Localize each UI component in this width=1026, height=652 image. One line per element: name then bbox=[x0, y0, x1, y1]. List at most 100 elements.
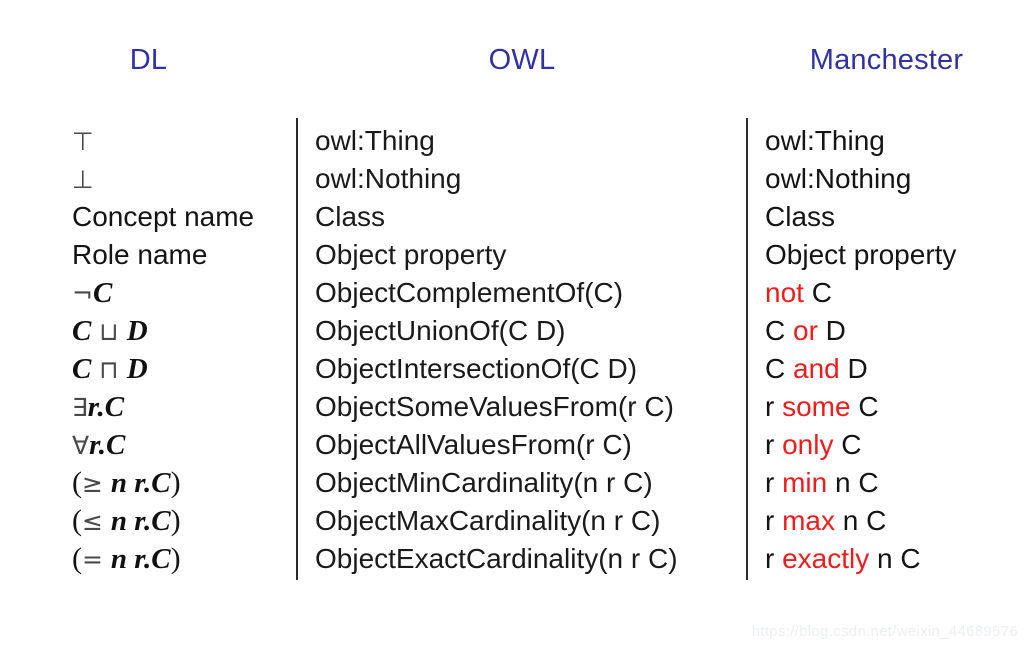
dl-token: ∃ bbox=[72, 393, 88, 422]
table-header-row: DL OWL Manchester bbox=[0, 44, 1026, 88]
cell-manchester: r only C bbox=[765, 427, 1020, 465]
table-row: (≤ n r.C) ObjectMaxCardinality(n r C) r ma… bbox=[0, 503, 1026, 541]
dl-token: n r.C bbox=[110, 543, 171, 575]
table-row: ∃r.C ObjectSomeValuesFrom(r C) r some C bbox=[0, 389, 1026, 427]
cell-manchester: owl:Nothing bbox=[765, 161, 1020, 199]
cell-owl: ObjectSomeValuesFrom(r C) bbox=[315, 391, 674, 422]
manchester-keyword: some bbox=[782, 391, 851, 422]
manchester-token: n C bbox=[869, 543, 921, 574]
manchester-keyword: not bbox=[765, 277, 804, 308]
table-row: ¬C ObjectComplementOf(C) not C bbox=[0, 275, 1026, 313]
table-row: Concept name Class Class bbox=[0, 199, 1026, 237]
cell-dl: ⊥ bbox=[72, 161, 287, 199]
dl-token: ≥ bbox=[82, 469, 111, 498]
manchester-token: D bbox=[839, 353, 868, 384]
watermark: https://blog.csdn.net/weixin_44689576 bbox=[751, 623, 1018, 640]
dl-token: = bbox=[82, 545, 111, 574]
manchester-token: r bbox=[765, 505, 783, 536]
cell-owl: Object property bbox=[315, 239, 507, 270]
dl-token: n r.C bbox=[110, 505, 171, 537]
cell-owl: owl:Nothing bbox=[315, 163, 462, 194]
cell-owl: ObjectIntersectionOf(C D) bbox=[315, 353, 638, 384]
dl-token: n r.C bbox=[110, 467, 171, 499]
cell-manchester: r exactly n C bbox=[765, 541, 1020, 579]
cell-dl: ∃r.C bbox=[72, 389, 287, 427]
dl-token: D bbox=[126, 315, 148, 347]
cell-manchester: r max n C bbox=[765, 503, 1020, 541]
dl-token: ⊓ bbox=[91, 355, 127, 384]
cell-owl: ObjectMinCardinality(n r C) bbox=[315, 467, 653, 498]
cell-dl: ∀r.C bbox=[72, 427, 287, 465]
table-row: C ⊓ D ObjectIntersectionOf(C D) C and D bbox=[0, 351, 1026, 389]
dl-token: ( bbox=[72, 466, 82, 499]
dl-token: D bbox=[126, 353, 148, 385]
table-row: ∀r.C ObjectAllValuesFrom(r C) r only C bbox=[0, 427, 1026, 465]
cell-manchester: C or D bbox=[765, 313, 1020, 351]
dl-token: C bbox=[92, 277, 113, 309]
table-row: ⊥ owl:Nothing owl:Nothing bbox=[0, 161, 1026, 199]
manchester-token: C bbox=[833, 429, 862, 460]
manchester-token: C bbox=[850, 391, 879, 422]
manchester-token: r bbox=[765, 429, 783, 460]
dl-token: ⊥ bbox=[72, 165, 94, 194]
dl-token: ( bbox=[72, 542, 82, 575]
manchester-token: r bbox=[765, 467, 783, 498]
dl-token: ( bbox=[72, 504, 82, 537]
manchester-token: owl:Thing bbox=[765, 125, 885, 156]
manchester-token: owl:Nothing bbox=[765, 163, 912, 194]
cell-manchester: owl:Thing bbox=[765, 123, 1020, 161]
manchester-keyword: or bbox=[793, 315, 818, 346]
dl-token: ≤ bbox=[82, 507, 111, 536]
dl-token: ⊤ bbox=[72, 127, 94, 156]
table-body: ⊤ owl:Thing owl:Thing ⊥ owl:Nothing owl:Nothi… bbox=[0, 123, 1026, 579]
manchester-token: Object property bbox=[765, 239, 957, 270]
manchester-token: r bbox=[765, 391, 783, 422]
manchester-keyword: only bbox=[782, 429, 834, 460]
cell-manchester: r some C bbox=[765, 389, 1020, 427]
cell-dl: C ⊓ D bbox=[72, 351, 287, 389]
column-header-dl: DL bbox=[129, 44, 168, 76]
dl-token: r.C bbox=[87, 391, 125, 423]
manchester-keyword: max bbox=[782, 505, 836, 536]
cell-owl: ObjectExactCardinality(n r C) bbox=[315, 543, 678, 574]
column-header-manchester: Manchester bbox=[809, 44, 964, 76]
manchester-token: r bbox=[765, 543, 783, 574]
dl-token: ∀ bbox=[72, 431, 90, 460]
table-row: Role name Object property Object property bbox=[0, 237, 1026, 275]
cell-manchester: Class bbox=[765, 199, 1020, 237]
cell-manchester: r min n C bbox=[765, 465, 1020, 503]
cell-dl: Concept name bbox=[72, 199, 287, 237]
manchester-token: D bbox=[817, 315, 846, 346]
cell-owl: ObjectUnionOf(C D) bbox=[315, 315, 566, 346]
cell-owl: Class bbox=[315, 201, 386, 232]
cell-manchester: C and D bbox=[765, 351, 1020, 389]
dl-token: ⊔ bbox=[91, 317, 127, 346]
manchester-token: n C bbox=[835, 505, 887, 536]
cell-manchester: Object property bbox=[765, 237, 1020, 275]
dl-token: ) bbox=[170, 466, 181, 499]
manchester-token: Class bbox=[765, 201, 836, 232]
table-row: ⊤ owl:Thing owl:Thing bbox=[0, 123, 1026, 161]
cell-owl: owl:Thing bbox=[315, 125, 435, 156]
dl-token: ) bbox=[170, 504, 181, 537]
dl-token: C bbox=[72, 315, 92, 347]
dl-token: Role name bbox=[72, 239, 208, 270]
table-row: (= n r.C) ObjectExactCardinality(n r C) r … bbox=[0, 541, 1026, 579]
manchester-token: C bbox=[765, 353, 793, 384]
manchester-keyword: and bbox=[793, 353, 840, 384]
syntax-comparison-table: DL OWL Manchester ⊤ owl:Thing owl:Thing ⊥ ow… bbox=[0, 0, 1026, 652]
cell-dl: ⊤ bbox=[72, 123, 287, 161]
dl-token: C bbox=[72, 353, 92, 385]
dl-token: ) bbox=[170, 542, 181, 575]
manchester-keyword: exactly bbox=[782, 543, 870, 574]
dl-token: ¬ bbox=[72, 279, 93, 308]
cell-dl: (≥ n r.C) bbox=[72, 465, 287, 503]
manchester-token: C bbox=[803, 277, 832, 308]
manchester-keyword: min bbox=[782, 467, 828, 498]
cell-manchester: not C bbox=[765, 275, 1020, 313]
dl-token: r.C bbox=[89, 429, 126, 461]
cell-owl: ObjectAllValuesFrom(r C) bbox=[315, 429, 632, 460]
cell-dl: C ⊔ D bbox=[72, 313, 287, 351]
cell-dl: Role name bbox=[72, 237, 287, 275]
cell-owl: ObjectComplementOf(C) bbox=[315, 277, 624, 308]
